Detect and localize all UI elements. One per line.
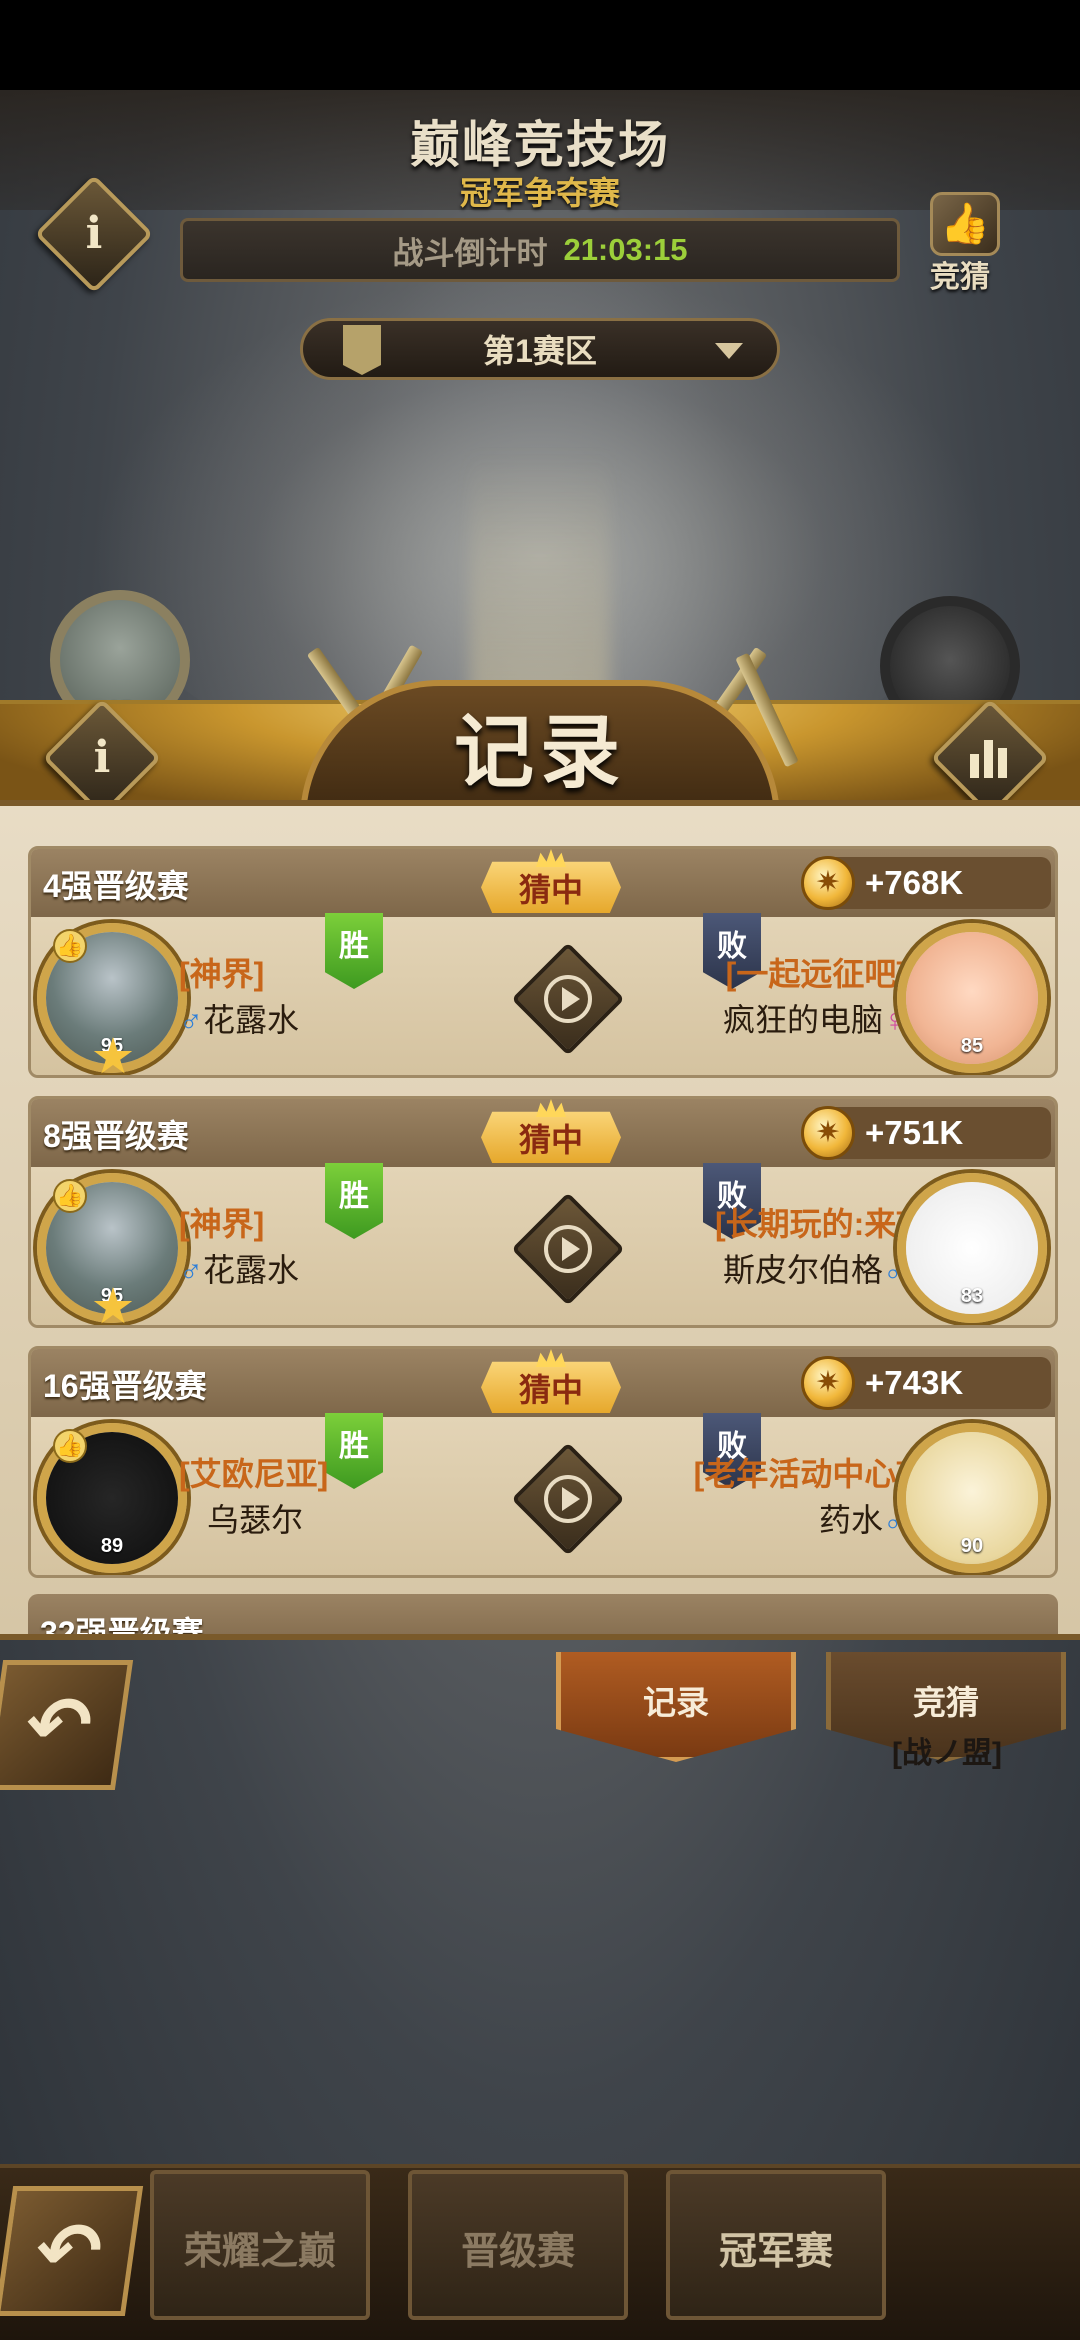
match-card-header: 4强晋级赛 猜中 ✷ +768K xyxy=(31,849,1055,917)
play-triangle xyxy=(562,1487,580,1511)
info-icon: i xyxy=(93,732,111,783)
match-card: 8强晋级赛 猜中 ✷ +751K 95 👍 胜 [神界] ♂花露水 败 xyxy=(28,1096,1058,1328)
records-tab-label: 记录 xyxy=(643,1684,709,1721)
crown-icon xyxy=(536,1099,566,1117)
countdown-bar: 战斗倒计时 21:03:15 xyxy=(180,218,900,282)
info-icon: i xyxy=(85,208,103,259)
thumbs-up-icon: 👍 xyxy=(930,192,1000,256)
bottom-back-button[interactable]: ↶ xyxy=(0,2186,144,2316)
loser-name: 斯皮尔伯格 xyxy=(722,1252,883,1288)
winner-name: 花露水 xyxy=(203,1002,300,1038)
region-flag-icon xyxy=(343,325,381,375)
countdown-label: 战斗倒计时 xyxy=(392,235,548,271)
reward-pill: ✷ +751K xyxy=(801,1106,1051,1160)
winner-guild: [神界] xyxy=(179,956,265,992)
guess-result-label: 猜中 xyxy=(518,872,583,908)
nav-tab-label: 晋级赛 xyxy=(460,2231,575,2273)
reward-value: +751K xyxy=(865,1114,964,1151)
loser-level: 90 xyxy=(960,1535,984,1557)
match-card: 16强晋级赛 猜中 ✷ +743K 89 👍 胜 [艾欧尼亚] 乌瑟尔 败 [老… xyxy=(28,1346,1058,1578)
loser-name-row: 药水♂ xyxy=(819,1495,907,1541)
region-selected: 第1赛区 xyxy=(483,333,597,369)
chevron-down-icon xyxy=(715,343,743,359)
page-subtitle: 冠军争夺赛 xyxy=(459,175,620,211)
back-button[interactable]: ↶ xyxy=(0,1660,134,1790)
loser-level: 83 xyxy=(960,1285,984,1307)
loser-name-row: 疯狂的电脑♀ xyxy=(723,995,907,1041)
play-triangle xyxy=(562,1237,580,1261)
reward-value: +743K xyxy=(865,1364,964,1401)
match-card-body: 95 👍 胜 [神界] ♂花露水 败 [长期玩的:来] 斯皮尔伯格♂ 83 xyxy=(31,1163,1055,1325)
bar-chart-icon xyxy=(970,738,1010,778)
match-card: 4强晋级赛 猜中 ✷ +768K 95 👍 胜 [神界] ♂花露水 败 xyxy=(28,846,1058,1078)
thumbs-up-icon: 👍 xyxy=(53,929,87,963)
winner-guild: [神界] xyxy=(179,1206,265,1242)
records-title: 记录 xyxy=(454,705,626,799)
nav-tab-championship[interactable]: 冠军赛 xyxy=(666,2170,886,2320)
guess-top-label[interactable]: 竞猜 xyxy=(915,252,1005,296)
crown-icon xyxy=(536,849,566,867)
loser-avatar[interactable]: 85 xyxy=(897,923,1047,1073)
nav-tab-promotion[interactable]: 晋级赛 xyxy=(408,2170,628,2320)
countdown-time: 21:03:15 xyxy=(563,232,688,267)
guess-result-label: 猜中 xyxy=(518,1122,583,1158)
nav-tab-label: 冠军赛 xyxy=(718,2231,833,2273)
win-flag: 胜 xyxy=(325,1163,383,1239)
stats-button[interactable] xyxy=(930,698,1050,818)
guess-result-label: 猜中 xyxy=(518,1372,583,1408)
status-bar xyxy=(0,0,1080,90)
gender-male-icon: ♂ xyxy=(179,1002,203,1038)
play-triangle xyxy=(562,987,580,1011)
match-card-partial: 32强晋级赛 xyxy=(28,1594,1058,1640)
loser-name-row: 斯皮尔伯格♂ xyxy=(723,1245,907,1291)
records-info-button[interactable]: i xyxy=(42,698,162,818)
loser-guild: [老年活动中心] xyxy=(693,1456,907,1492)
loser-guild: [一起远征吧] xyxy=(725,956,907,992)
loser-level: 85 xyxy=(960,1035,984,1057)
winner-name-row: ♂花露水 xyxy=(179,1245,299,1291)
partial-guild-label: [战ノ盟] xyxy=(892,1737,1002,1770)
win-flag: 胜 xyxy=(325,1413,383,1489)
round-name: 16强晋级赛 xyxy=(43,1368,207,1404)
loser-name: 疯狂的电脑 xyxy=(722,1002,883,1038)
loser-guild: [长期玩的:来] xyxy=(715,1206,907,1242)
nav-tab-glory-peak[interactable]: 荣耀之巅 xyxy=(150,2170,370,2320)
thumbs-up-icon: 👍 xyxy=(53,1429,87,1463)
nav-tab-label: 荣耀之巅 xyxy=(183,2231,336,2273)
reward-pill: ✷ +743K xyxy=(801,1356,1051,1410)
loser-name: 药水 xyxy=(818,1502,883,1538)
loser-avatar[interactable]: 90 xyxy=(897,1423,1047,1573)
info-button[interactable]: i xyxy=(34,174,154,294)
reward-value: +768K xyxy=(865,864,964,901)
back-arrow-icon: ↶ xyxy=(30,2207,108,2295)
gender-male-icon: ♂ xyxy=(179,1252,203,1288)
winner-name-row: 乌瑟尔 xyxy=(207,1495,303,1541)
thumbs-up-icon: 👍 xyxy=(53,1179,87,1213)
win-flag: 胜 xyxy=(325,913,383,989)
records-panel: 4强晋级赛 猜中 ✷ +768K 95 👍 胜 [神界] ♂花露水 败 xyxy=(0,800,1080,1640)
back-arrow-icon: ↶ xyxy=(20,1681,98,1769)
coin-icon: ✷ xyxy=(801,856,855,910)
match-card-header: 8强晋级赛 猜中 ✷ +751K xyxy=(31,1099,1055,1167)
coin-icon: ✷ xyxy=(801,1356,855,1410)
winner-guild: [艾欧尼亚] xyxy=(179,1456,329,1492)
winner-name: 乌瑟尔 xyxy=(207,1502,304,1538)
guess-tab-label: 竞猜 xyxy=(913,1684,979,1721)
round-name: 8强晋级赛 xyxy=(43,1118,189,1154)
page-title: 巅峰竞技场 xyxy=(410,117,670,173)
region-select[interactable]: 第1赛区 xyxy=(300,318,780,380)
match-card-body: 95 👍 胜 [神界] ♂花露水 败 [一起远征吧] 疯狂的电脑♀ 85 xyxy=(31,913,1055,1075)
round-name: 4强晋级赛 xyxy=(43,868,189,904)
reward-pill: ✷ +768K xyxy=(801,856,1051,910)
winner-name: 花露水 xyxy=(203,1252,300,1288)
winner-level: 89 xyxy=(100,1535,124,1557)
round-name: 32强晋级赛 xyxy=(40,1615,204,1640)
winner-name-row: ♂花露水 xyxy=(179,995,299,1041)
match-card-header: 16强晋级赛 猜中 ✷ +743K xyxy=(31,1349,1055,1417)
match-card-body: 89 👍 胜 [艾欧尼亚] 乌瑟尔 败 [老年活动中心] 药水♂ 90 xyxy=(31,1413,1055,1575)
loser-avatar[interactable]: 83 xyxy=(897,1173,1047,1323)
coin-icon: ✷ xyxy=(801,1106,855,1160)
crown-icon xyxy=(536,1349,566,1367)
